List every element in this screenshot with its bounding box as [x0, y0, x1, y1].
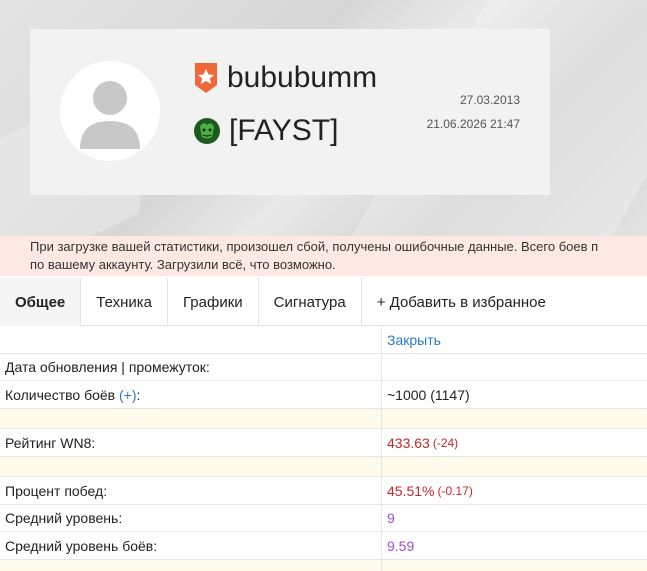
- spacer-row: [0, 457, 647, 477]
- nickname[interactable]: bububumm: [227, 61, 377, 95]
- avg-tier-label: Средний уровень:: [0, 505, 382, 531]
- tab-bar: Общее Техника Графики Сигнатура + Добави…: [0, 278, 647, 326]
- alert-line: При загрузке вашей статистики, произошел…: [30, 239, 599, 254]
- empty-cell: [0, 457, 382, 476]
- profile-card: bububumm [FAYST] 27.03.2013 21.06.2026 2…: [30, 29, 550, 195]
- error-alert: При загрузке вашей статистики, произошел…: [0, 236, 647, 276]
- avg-tier-value: 9: [387, 510, 395, 526]
- battles-label: Количество боёв: [5, 386, 116, 403]
- table-row: Процент побед: 45.51% (-0.17): [0, 477, 647, 505]
- winrate-value: 45.51%: [387, 482, 435, 499]
- wn8-label: Рейтинг WN8:: [0, 429, 382, 456]
- avatar: [60, 61, 160, 161]
- avg-battle-tier-label: Средний уровень боёв:: [0, 532, 382, 559]
- battles-value: ~1000 (1147): [387, 386, 470, 403]
- add-favorite-button[interactable]: + Добавить в избранное: [362, 278, 561, 326]
- wn8-cell: 433.63 (-24): [382, 429, 647, 456]
- empty-cell: [0, 409, 382, 428]
- registration-date: 27.03.2013: [459, 93, 520, 107]
- table-row: Средний уровень: 9: [0, 505, 647, 532]
- spacer-row: [0, 560, 647, 571]
- table-row: Рейтинг WN8: 433.63 (-24): [0, 429, 647, 457]
- winrate-delta: (-0.17): [437, 483, 473, 498]
- tab-charts[interactable]: Графики: [168, 278, 259, 326]
- update-date-value: [382, 354, 647, 380]
- winrate-label: Процент побед:: [0, 477, 382, 504]
- rank-badge-icon: [195, 63, 217, 93]
- table-row: Средний уровень боёв: 9.59: [0, 532, 647, 560]
- empty-cell: [382, 457, 647, 476]
- clan-row: [FAYST]: [193, 113, 338, 149]
- table-row: Закрыть: [0, 326, 647, 354]
- clan-emblem-icon: [194, 118, 220, 144]
- wn8-value: 433.63: [387, 434, 430, 451]
- wn8-delta: (-24): [432, 435, 459, 450]
- avg-tier-cell: 9: [382, 505, 647, 531]
- spacer-row: [0, 409, 647, 429]
- battles-label-cell: Количество боёв (+):: [0, 381, 382, 408]
- nickname-row: bububumm: [193, 61, 377, 95]
- clan-tag[interactable]: [FAYST]: [229, 114, 338, 148]
- tab-general[interactable]: Общее: [0, 278, 82, 326]
- empty-cell: [0, 326, 382, 353]
- battles-add-link[interactable]: (+): [119, 387, 137, 403]
- table-row: Дата обновления | промежуток:: [0, 354, 647, 381]
- table-row: Количество боёв (+): ~1000 (1147): [0, 381, 647, 409]
- tab-vehicles[interactable]: Техника: [81, 278, 169, 326]
- empty-cell: [382, 560, 647, 571]
- avg-battle-tier-cell: 9.59: [382, 532, 647, 559]
- user-silhouette-icon: [80, 81, 140, 149]
- profile-hero: bububumm [FAYST] 27.03.2013 21.06.2026 2…: [0, 0, 647, 236]
- close-cell: Закрыть: [382, 326, 647, 353]
- update-date-label: Дата обновления | промежуток:: [0, 354, 382, 380]
- close-link[interactable]: Закрыть: [387, 332, 441, 348]
- stats-table: Закрыть Дата обновления | промежуток: Ко…: [0, 326, 647, 571]
- alert-line: по вашему аккаунту. Загрузили всё, что в…: [30, 257, 336, 272]
- battles-colon: :: [136, 386, 141, 403]
- empty-cell: [0, 560, 382, 571]
- avg-battle-tier-value: 9.59: [387, 537, 415, 554]
- winrate-cell: 45.51% (-0.17): [382, 477, 647, 504]
- tab-signature[interactable]: Сигнатура: [259, 278, 362, 326]
- empty-cell: [382, 409, 647, 428]
- last-battle-date: 21.06.2026 21:47: [426, 117, 520, 131]
